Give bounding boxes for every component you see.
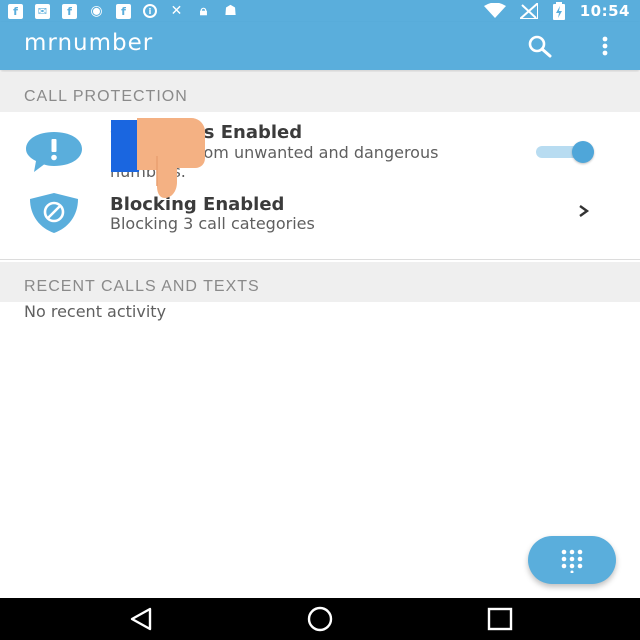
divider	[0, 259, 640, 260]
wifi-icon	[483, 3, 506, 18]
android-icon: ☗	[224, 3, 237, 19]
section-title: CALL PROTECTION	[24, 88, 188, 105]
lock-icon: 🔒︎	[199, 3, 208, 19]
home-icon[interactable]	[305, 606, 335, 632]
tool-icon: ✕	[170, 3, 183, 19]
section-title: RECENT CALLS AND TEXTS	[24, 278, 260, 295]
back-icon[interactable]	[126, 606, 156, 632]
facebook-icon: f	[116, 3, 131, 19]
toggle-thumb	[572, 141, 594, 163]
call-alerts-toggle[interactable]	[536, 140, 598, 164]
mail-icon: ✉	[35, 3, 50, 19]
app-bar: mrnumber	[0, 22, 640, 70]
dialpad-icon	[561, 549, 583, 573]
more-vert-icon[interactable]	[594, 34, 616, 58]
notification-icons: f ✉ f ◉ f i ✕ 🔒︎ ☗	[8, 3, 238, 19]
eye-icon: ◉	[90, 3, 103, 19]
status-bar: f ✉ f ◉ f i ✕ 🔒︎ ☗ 10:54	[0, 0, 640, 22]
info-icon: i	[143, 4, 157, 18]
block-shield-icon	[30, 193, 78, 233]
empty-state-text: No recent activity	[24, 302, 167, 321]
blocking-subtitle: Blocking 3 call categories	[110, 214, 315, 233]
facebook-icon: f	[8, 3, 23, 19]
app-logo: mrnumber	[24, 30, 154, 56]
system-icons: 10:54	[483, 2, 630, 20]
facebook-icon: f	[62, 3, 77, 19]
dialpad-button[interactable]	[528, 536, 616, 584]
recents-icon[interactable]	[485, 606, 515, 632]
no-signal-icon	[519, 3, 538, 19]
search-icon[interactable]	[527, 34, 553, 58]
chevron-right-icon[interactable]	[577, 202, 591, 220]
clock: 10:54	[579, 2, 630, 20]
alert-bubble-icon	[26, 132, 82, 172]
recent-calls-header: RECENT CALLS AND TEXTS	[0, 262, 640, 302]
blocking-row[interactable]: Blocking Enabled Blocking 3 call categor…	[0, 188, 640, 258]
navigation-bar	[0, 598, 640, 640]
battery-charging-icon	[552, 2, 565, 20]
call-protection-header: CALL PROTECTION	[0, 72, 640, 112]
thumbs-down-sticker-icon	[111, 118, 205, 198]
